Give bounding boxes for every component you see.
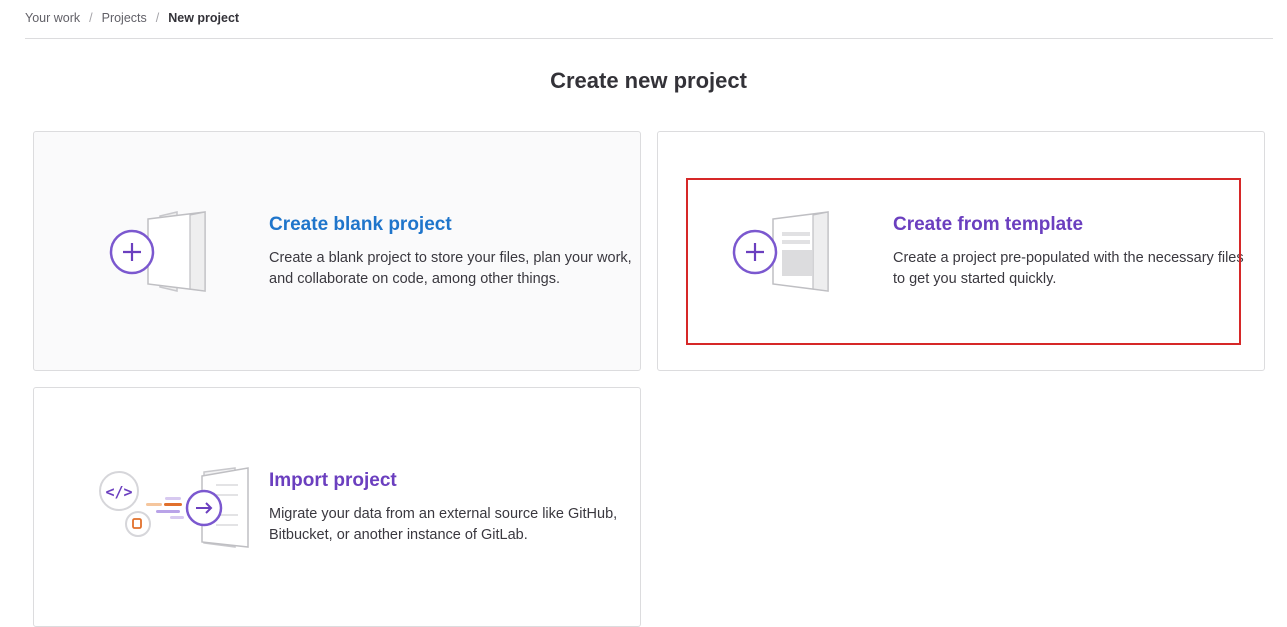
create-blank-project-title[interactable]: Create blank project bbox=[269, 214, 634, 236]
create-blank-project-card[interactable]: Create blank project Create a blank proj… bbox=[33, 131, 641, 371]
breadcrumb-divider bbox=[25, 38, 1273, 39]
import-project-card[interactable]: </> Import project Migrate your data fro… bbox=[33, 387, 641, 627]
import-project-description: Migrate your data from an external sourc… bbox=[269, 506, 618, 543]
document-plus-icon bbox=[64, 202, 264, 302]
create-from-template-card[interactable]: Create from template Create a project pr… bbox=[657, 131, 1265, 371]
import-arrow-icon: </> bbox=[64, 458, 264, 558]
import-project-title[interactable]: Import project bbox=[269, 470, 634, 492]
breadcrumb: Your work / Projects / New project bbox=[25, 11, 239, 25]
svg-text:</>: </> bbox=[105, 483, 132, 501]
page-title: Create new project bbox=[550, 68, 747, 93]
create-blank-project-description: Create a blank project to store your fil… bbox=[269, 250, 632, 287]
breadcrumb-separator: / bbox=[89, 11, 93, 25]
create-from-template-title[interactable]: Create from template bbox=[893, 214, 1258, 236]
breadcrumb-current: New project bbox=[168, 11, 240, 25]
create-from-template-description: Create a project pre-populated with the … bbox=[893, 250, 1244, 287]
breadcrumb-separator: / bbox=[155, 11, 160, 25]
template-plus-icon bbox=[688, 202, 888, 302]
breadcrumb-your-work[interactable]: Your work bbox=[25, 11, 80, 25]
breadcrumb-projects[interactable]: Projects bbox=[102, 11, 147, 25]
